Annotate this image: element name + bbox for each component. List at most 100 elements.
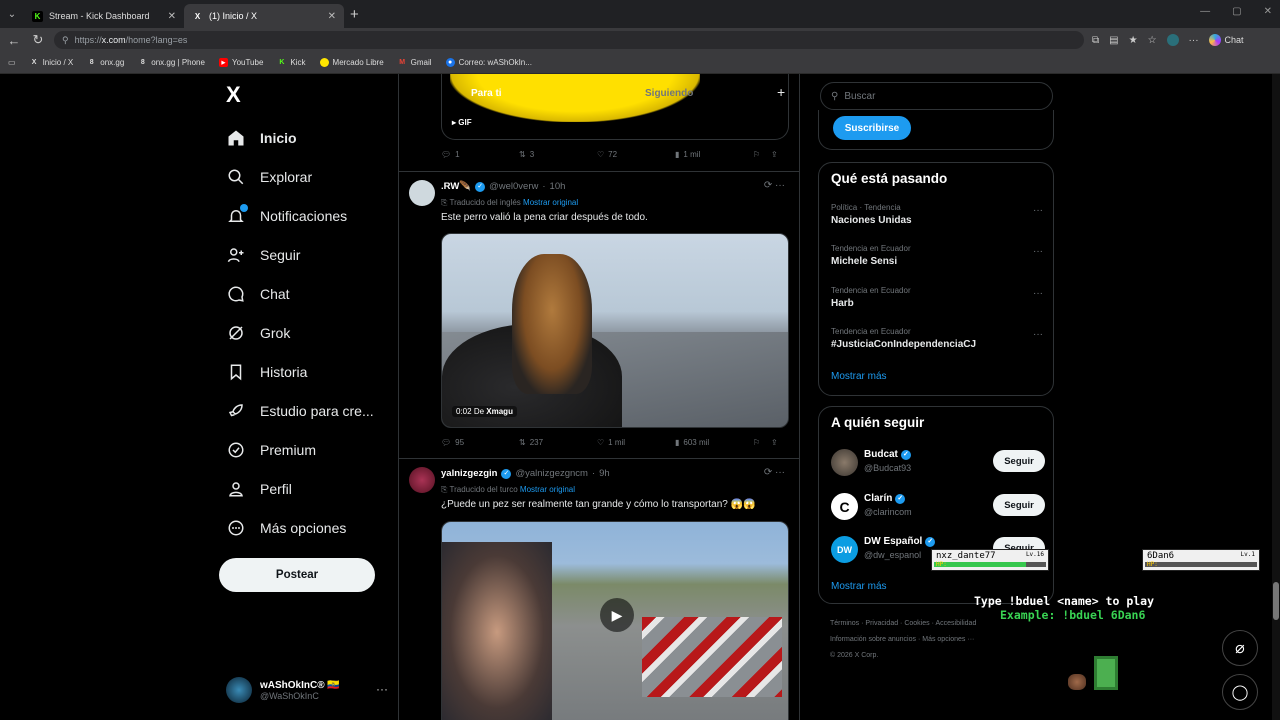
like-button[interactable]: ♡ 1 mil	[597, 438, 675, 447]
subscribe-button[interactable]: Suscribirse	[833, 116, 911, 140]
post-time[interactable]: 10h	[550, 181, 566, 192]
footer-link-accesibilidad[interactable]: Accesibilidad	[935, 620, 976, 627]
play-icon[interactable]: ▶	[600, 598, 634, 632]
more-icon[interactable]: ⟳ ···	[764, 180, 785, 191]
reading-mode-icon[interactable]: ▤	[1109, 35, 1118, 46]
nav-mas-opciones[interactable]: Más opciones	[212, 508, 398, 547]
footer-link-mas-opciones[interactable]: Más opciones ···	[922, 636, 974, 643]
bookmark-correo[interactable]: ● Correo: wAShOkIn...	[445, 58, 532, 67]
nav-explorar[interactable]: Explorar	[212, 157, 398, 196]
avatar[interactable]	[409, 467, 435, 493]
nav-inicio[interactable]: Inicio	[212, 118, 398, 157]
views-button[interactable]: ▮ 1 mil	[675, 150, 753, 159]
star-icon[interactable]: ★	[1129, 35, 1138, 46]
more-icon[interactable]: ···	[1033, 329, 1043, 340]
follow-suggestion[interactable]: C Clarín ✓ @clarincom Seguir	[831, 491, 1045, 531]
author-name[interactable]: yalnizgezgin	[441, 468, 497, 479]
close-icon[interactable]: ✕	[168, 11, 176, 22]
nav-seguir[interactable]: Seguir	[212, 235, 398, 274]
nav-historia[interactable]: Historia	[212, 352, 398, 391]
more-icon[interactable]: ···	[1033, 205, 1043, 216]
footer-link-anuncios[interactable]: Información sobre anuncios	[830, 636, 916, 643]
nav-notificaciones[interactable]: Notificaciones	[212, 196, 398, 235]
back-arrow-icon[interactable]: ←	[6, 33, 22, 48]
footer-link-cookies[interactable]: Cookies	[904, 620, 929, 627]
url-field[interactable]: ⚲ https://x.com/home?lang=es	[54, 31, 1084, 49]
bookmark-onx-phone[interactable]: 8 onx.gg | Phone	[138, 58, 205, 67]
account-switcher[interactable]: wAShOkInC® 🇪🇨 @WaShOkInC ···	[226, 674, 396, 706]
bookmark-youtube[interactable]: ▶ YouTube	[218, 58, 263, 67]
add-tab-icon[interactable]: +	[777, 84, 785, 100]
copilot-chat-button[interactable]: Chat	[1208, 34, 1244, 46]
more-icon[interactable]: ···	[376, 682, 388, 696]
avatar[interactable]	[409, 180, 435, 206]
author-handle[interactable]: @yalnizgezgncm	[515, 468, 587, 479]
minimize-icon[interactable]: —	[1200, 6, 1210, 17]
close-window-icon[interactable]: ✕	[1264, 6, 1272, 17]
tab-kick-dashboard[interactable]: K Stream - Kick Dashboard ✕	[24, 4, 184, 28]
show-original-link[interactable]: Mostrar original	[523, 198, 578, 207]
reload-icon[interactable]: ↻	[30, 32, 46, 48]
footer-link-terminos[interactable]: Términos	[830, 620, 859, 627]
trend-item[interactable]: Política · Tendencia Naciones Unidas ···	[831, 203, 1043, 226]
bookmark-mercado-libre[interactable]: Mercado Libre	[319, 58, 384, 67]
new-tab-icon[interactable]: +	[350, 6, 359, 23]
post[interactable]: .RW🪶 ✓ @wel0verw · 10h ⟳ ··· ⎘ Traducido…	[399, 172, 799, 458]
reading-list-icon[interactable]: ▭	[8, 58, 16, 67]
like-button[interactable]: ♡ 72	[597, 150, 675, 159]
tab-siguiendo[interactable]: Siguiendo	[645, 88, 693, 99]
trend-item[interactable]: Tendencia en Ecuador Harb ···	[831, 286, 1043, 309]
follow-button[interactable]: Seguir	[993, 450, 1045, 472]
trend-item[interactable]: Tendencia en Ecuador Michele Sensi ···	[831, 244, 1043, 267]
maximize-icon[interactable]: ▢	[1232, 6, 1241, 17]
more-icon[interactable]: ···	[1033, 246, 1043, 257]
bookmark-icon[interactable]: ⚐	[753, 150, 771, 159]
favorites-icon[interactable]: ☆	[1148, 35, 1157, 46]
reply-button[interactable]: 💬︎ 1	[441, 150, 519, 159]
tab-x-inicio[interactable]: X (1) Inicio / X ✕	[184, 4, 344, 28]
close-icon[interactable]: ✕	[328, 11, 336, 22]
bookmark-onx[interactable]: 8 onx.gg	[87, 58, 124, 67]
bookmark-kick[interactable]: K Kick	[277, 58, 305, 67]
messages-button[interactable]: ◯	[1222, 674, 1258, 710]
profile-icon[interactable]	[1166, 34, 1179, 46]
reply-button[interactable]: 💬︎ 95	[441, 438, 519, 447]
post-video[interactable]: ▶	[441, 521, 789, 720]
nav-premium[interactable]: Premium	[212, 430, 398, 469]
tab-para-ti[interactable]: Para ti	[471, 88, 502, 99]
trend-item[interactable]: Tendencia en Ecuador #JusticiaConIndepen…	[831, 327, 1043, 350]
author-handle[interactable]: @wel0verw	[489, 181, 538, 192]
nav-grok[interactable]: Grok	[212, 313, 398, 352]
scrollbar[interactable]	[1272, 74, 1280, 720]
post[interactable]: yalnizgezgin ✓ @yalnizgezgncm · 9h ⟳ ···…	[399, 459, 799, 720]
views-button[interactable]: ▮ 603 mil	[675, 438, 753, 447]
post-button[interactable]: Postear	[219, 558, 375, 592]
split-screen-icon[interactable]: ⧉	[1092, 35, 1099, 46]
nav-chat[interactable]: Chat	[212, 274, 398, 313]
x-logo[interactable]: X	[226, 82, 241, 108]
repost-button[interactable]: ⇅ 237	[519, 438, 597, 447]
show-more-link[interactable]: Mostrar más	[831, 581, 887, 592]
repost-button[interactable]: ⇅ 3	[519, 150, 597, 159]
more-icon[interactable]: ···	[1033, 288, 1043, 299]
bookmark-icon[interactable]: ⚐	[753, 438, 771, 447]
more-icon[interactable]: ···	[1189, 35, 1199, 46]
search-input[interactable]: ⚲ Buscar	[820, 82, 1053, 110]
bookmark-inicio-x[interactable]: X Inicio / X	[30, 58, 74, 67]
site-info-icon[interactable]: ⚲	[62, 35, 69, 46]
post-time[interactable]: 9h	[599, 468, 610, 479]
share-icon[interactable]: ⇪	[771, 150, 778, 159]
more-icon[interactable]: ⟳ ···	[764, 467, 785, 478]
bookmark-gmail[interactable]: M Gmail	[398, 58, 431, 67]
grok-button[interactable]: ⌀	[1222, 630, 1258, 666]
nav-estudio[interactable]: Estudio para cre...	[212, 391, 398, 430]
footer-link-privacidad[interactable]: Privacidad	[865, 620, 898, 627]
follow-button[interactable]: Seguir	[993, 494, 1045, 516]
nav-perfil[interactable]: Perfil	[212, 469, 398, 508]
show-original-link[interactable]: Mostrar original	[520, 485, 575, 494]
video-source[interactable]: Xmagu	[486, 407, 513, 416]
follow-suggestion[interactable]: Budcat ✓ @Budcat93 Seguir	[831, 447, 1045, 487]
tab-list-chevron-icon[interactable]: ⌄	[0, 0, 24, 28]
show-more-link[interactable]: Mostrar más	[831, 371, 887, 382]
scrollbar-thumb[interactable]	[1273, 582, 1279, 620]
